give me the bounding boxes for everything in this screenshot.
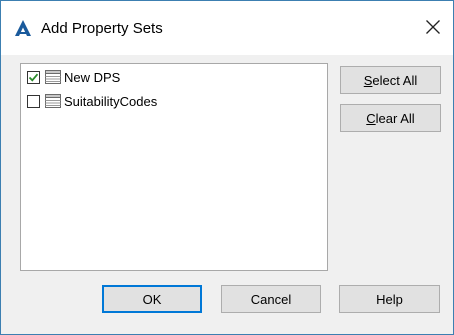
table-icon <box>45 70 61 84</box>
clear-all-mnemonic: C <box>366 110 376 126</box>
item-label: SuitabilityCodes <box>64 93 158 109</box>
item-label: New DPS <box>64 69 121 85</box>
cancel-button[interactable]: Cancel <box>221 285 321 313</box>
add-property-sets-dialog: Add Property Sets New DPS SuitabilityCod… <box>0 0 454 335</box>
title-bar[interactable]: Add Property Sets <box>1 1 453 55</box>
close-icon <box>426 20 440 34</box>
select-all-mnemonic: S <box>363 72 373 88</box>
clear-all-label: lear All <box>375 110 415 126</box>
check-icon <box>28 73 39 82</box>
select-all-label: elect All <box>372 72 418 88</box>
help-label: Help <box>376 291 403 307</box>
help-button[interactable]: Help <box>339 285 440 313</box>
list-item[interactable]: SuitabilityCodes <box>27 92 157 110</box>
list-item[interactable]: New DPS <box>27 68 120 86</box>
checkbox-new-dps[interactable] <box>27 70 40 84</box>
ok-label: OK <box>142 291 162 307</box>
table-icon <box>45 94 61 108</box>
select-all-button[interactable]: Select All <box>340 66 441 94</box>
clear-all-button[interactable]: Clear All <box>340 104 441 132</box>
checkbox-suitability-codes[interactable] <box>27 94 40 108</box>
property-set-list[interactable]: New DPS SuitabilityCodes <box>20 63 328 271</box>
ok-button[interactable]: OK <box>102 285 202 313</box>
close-button[interactable] <box>413 9 453 45</box>
autodesk-a-icon <box>15 20 31 36</box>
cancel-label: Cancel <box>250 291 292 307</box>
dialog-title: Add Property Sets <box>41 20 163 37</box>
